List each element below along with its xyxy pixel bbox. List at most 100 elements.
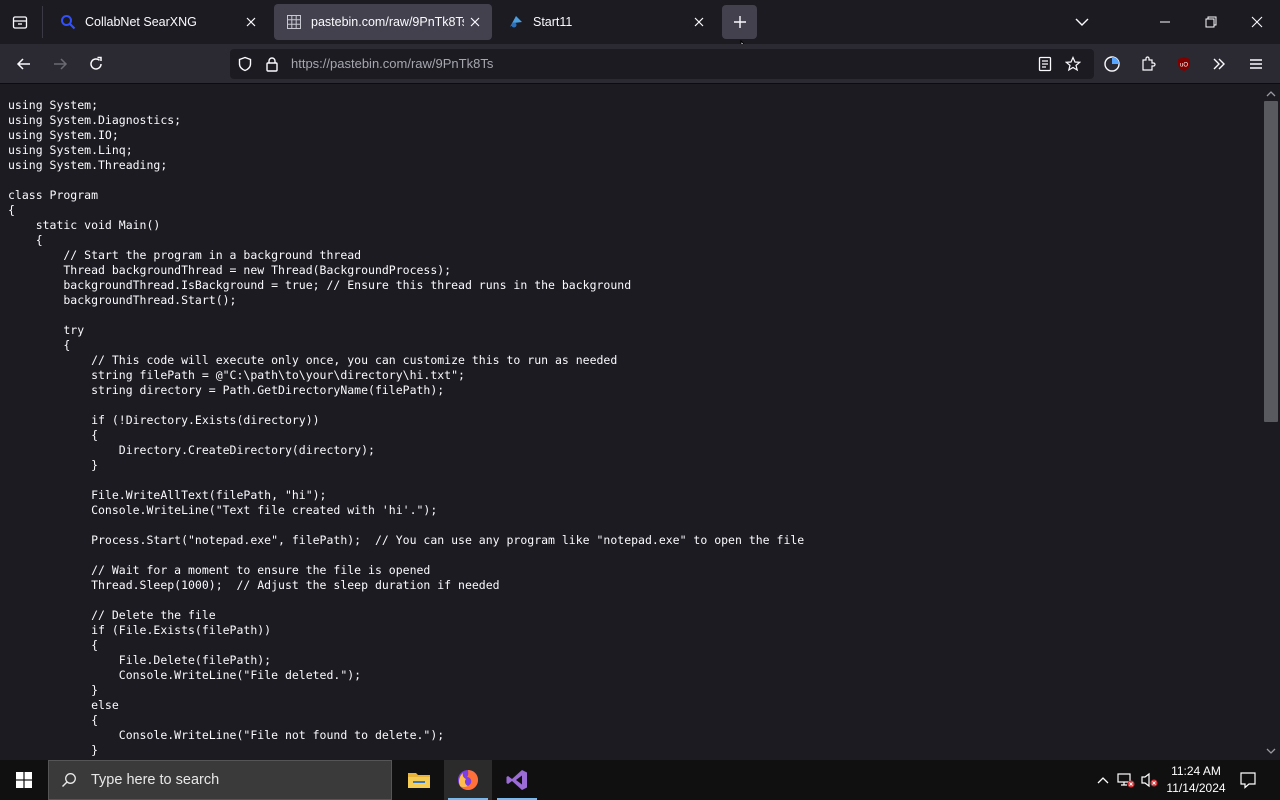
code-line: if (File.Exists(filePath)) xyxy=(8,623,272,637)
tab-start11[interactable]: Start11 xyxy=(496,4,716,40)
code-line: string filePath = @"C:\path\to\your\dire… xyxy=(8,368,465,382)
firefox-view-button[interactable] xyxy=(6,8,34,36)
code-line: { xyxy=(8,713,99,727)
address-bar[interactable]: https://pastebin.com/raw/9PnTk8Ts xyxy=(230,49,1094,79)
searxng-magnifier-icon xyxy=(60,14,76,30)
minimize-icon xyxy=(1160,21,1170,23)
visual-studio-icon xyxy=(506,770,527,790)
arrow-right-icon xyxy=(54,58,68,70)
bookmark-star-icon[interactable] xyxy=(1065,56,1081,72)
code-line: // Wait for a moment to ensure the file … xyxy=(8,563,431,577)
vertical-scrollbar[interactable] xyxy=(1262,85,1280,760)
restore-button[interactable] xyxy=(1195,6,1227,38)
ublock-origin-button[interactable]: uO xyxy=(1169,49,1199,79)
plus-icon xyxy=(733,16,746,28)
overflow-menu-button[interactable] xyxy=(1204,49,1234,79)
tab-title: Start11 xyxy=(533,15,573,29)
code-line: File.Delete(filePath); xyxy=(8,653,272,667)
code-line: backgroundThread.IsBackground = true; //… xyxy=(8,278,632,292)
code-line: using System.IO; xyxy=(8,128,119,142)
code-line: Process.Start("notepad.exe", filePath); … xyxy=(8,533,805,547)
scrollbar-thumb[interactable] xyxy=(1264,101,1278,422)
close-icon xyxy=(1251,16,1263,28)
app-menu-button[interactable] xyxy=(1241,49,1271,79)
arrow-left-icon xyxy=(16,58,30,70)
restore-icon xyxy=(1205,16,1217,28)
code-line: static void Main() xyxy=(8,218,161,232)
code-line: using System.Linq; xyxy=(8,143,133,157)
windows-logo-icon xyxy=(16,772,32,788)
system-clock[interactable]: 11:24 AM 11/14/2024 xyxy=(1160,763,1232,797)
new-tab-button[interactable] xyxy=(722,5,757,39)
start11-icon xyxy=(508,14,524,30)
code-line: { xyxy=(8,233,43,247)
back-button[interactable] xyxy=(9,49,39,79)
chevron-up-icon xyxy=(1097,777,1109,784)
firefox-view-icon xyxy=(12,16,28,29)
extensions-button[interactable] xyxy=(1133,49,1163,79)
taskbar: Type here to search 11:24 AM 11/14/2024 xyxy=(0,760,1280,800)
taskbar-firefox[interactable] xyxy=(444,760,492,800)
taskbar-search-box[interactable]: Type here to search xyxy=(48,760,392,800)
tab-collabnet-searxng[interactable]: CollabNet SearXNG xyxy=(48,4,268,40)
taskbar-visual-studio[interactable] xyxy=(493,760,541,800)
notification-center-button[interactable] xyxy=(1236,760,1260,800)
raw-code-text: using System; using System.Diagnostics; us… xyxy=(8,98,804,758)
taskbar-file-explorer[interactable] xyxy=(395,760,443,800)
scroll-down-arrow-icon[interactable] xyxy=(1266,747,1276,755)
ublock-origin-icon: uO xyxy=(1178,57,1190,71)
close-icon[interactable] xyxy=(464,11,486,33)
close-window-button[interactable] xyxy=(1241,6,1273,38)
hamburger-menu-icon xyxy=(1250,59,1262,69)
code-line: else xyxy=(8,698,119,712)
code-line: if (!Directory.Exists(directory)) xyxy=(8,413,320,427)
code-line: Console.WriteLine("File deleted."); xyxy=(8,668,362,682)
reload-button[interactable] xyxy=(81,49,111,79)
code-line: class Program xyxy=(8,188,99,202)
tab-separator xyxy=(42,6,43,38)
code-line: Thread.Sleep(1000); // Adjust the sleep … xyxy=(8,578,500,592)
code-line: { xyxy=(8,338,71,352)
code-line: { xyxy=(8,638,99,652)
chevron-down-icon xyxy=(1075,18,1089,26)
reader-view-icon[interactable] xyxy=(1037,56,1053,72)
forward-button[interactable] xyxy=(45,49,75,79)
network-status[interactable] xyxy=(1116,760,1136,800)
page-content: using System; using System.Diagnostics; us… xyxy=(0,85,1262,760)
scroll-up-arrow-icon[interactable] xyxy=(1266,90,1276,98)
tab-title: pastebin.com/raw/9PnTk8Ts xyxy=(311,15,464,29)
show-hidden-icons-button[interactable] xyxy=(1094,760,1112,800)
volume-status[interactable] xyxy=(1140,760,1160,800)
list-all-tabs-button[interactable] xyxy=(1066,6,1098,38)
code-line: Directory.CreateDirectory(directory); xyxy=(8,443,375,457)
lock-icon[interactable] xyxy=(264,56,280,72)
code-line: File.WriteAllText(filePath, "hi"); xyxy=(8,488,327,502)
url-text: https://pastebin.com/raw/9PnTk8Ts xyxy=(291,56,494,71)
code-line: Console.WriteLine("File not found to del… xyxy=(8,728,445,742)
code-line: using System.Threading; xyxy=(8,158,168,172)
code-line: string directory = Path.GetDirectoryName… xyxy=(8,383,445,397)
puzzle-piece-icon xyxy=(1142,56,1156,71)
tab-pastebin[interactable]: pastebin.com/raw/9PnTk8Ts xyxy=(274,4,492,40)
code-line: try xyxy=(8,323,85,337)
code-line: { xyxy=(8,203,15,217)
clock-time: 11:24 AM xyxy=(1171,764,1221,778)
code-line: // This code will execute only once, you… xyxy=(8,353,618,367)
close-icon[interactable] xyxy=(240,11,262,33)
file-explorer-icon xyxy=(408,773,430,788)
code-line: } xyxy=(8,743,99,757)
code-line: backgroundThread.Start(); xyxy=(8,293,237,307)
minimize-button[interactable] xyxy=(1149,6,1181,38)
firefox-account-button[interactable] xyxy=(1097,49,1127,79)
start-button[interactable] xyxy=(0,760,48,800)
close-icon[interactable] xyxy=(688,11,710,33)
svg-text:uO: uO xyxy=(1180,63,1188,69)
shield-icon[interactable] xyxy=(237,56,253,72)
reload-icon xyxy=(90,56,102,70)
code-line: Thread backgroundThread = new Thread(Bac… xyxy=(8,263,452,277)
